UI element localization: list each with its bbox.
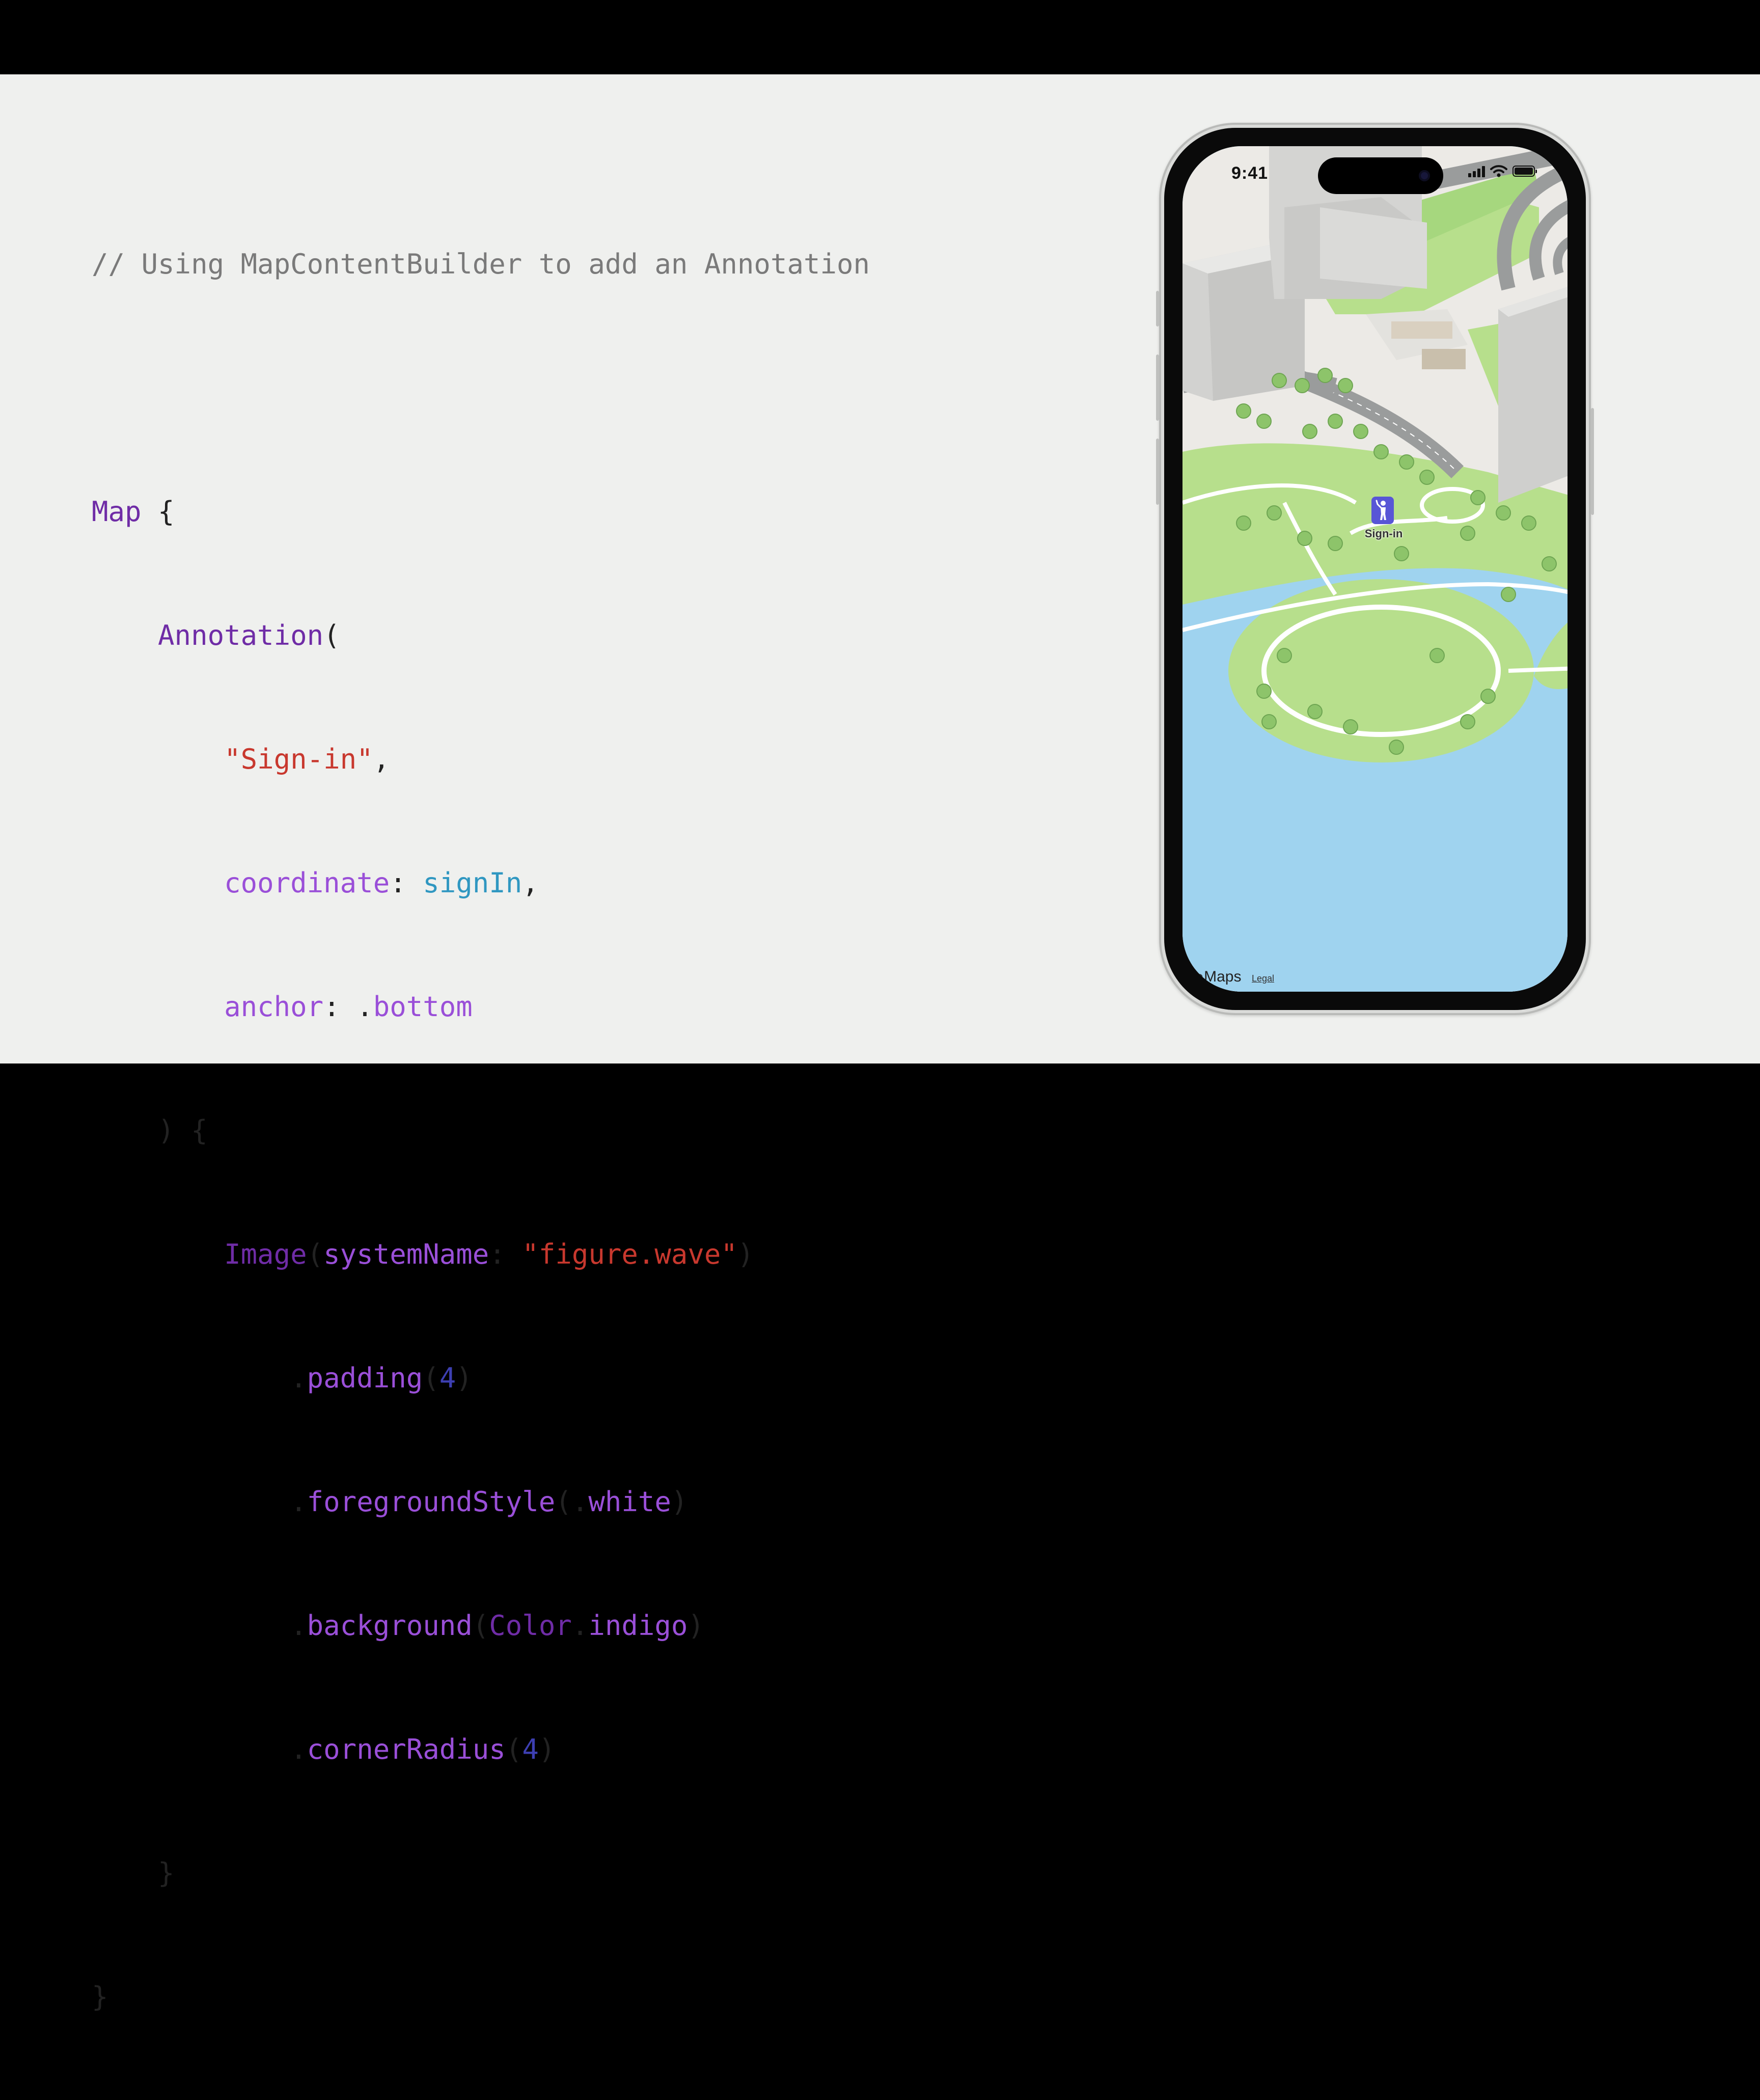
map-view[interactable] [1182,146,1568,992]
figure-wave-icon [1376,500,1386,520]
code-line-map: Map { [92,496,175,528]
code-line-padding: .padding(4) [290,1362,473,1394]
wifi-icon [1490,165,1507,177]
code-line-close-outer: } [92,1981,108,2013]
slide: // Using MapContentBuilder to add an Ann… [0,74,1760,2013]
dynamic-island [1318,157,1443,194]
legal-link[interactable]: Legal [1252,973,1274,984]
side-button [1591,408,1594,515]
code-line-coordinate: coordinate: signIn, [224,867,539,899]
phone-screen: 9:41 1 [1182,146,1568,992]
annotation-label: Sign-in [1364,527,1403,540]
cellular-signal-icon [1468,165,1485,177]
status-icons [1468,165,1537,178]
code-line-anchor: anchor: .bottom [224,991,473,1023]
code-line-close-inner: } [158,1857,175,1889]
code-line-foreground: .foregroundStyle(.white) [290,1486,688,1518]
annotation-marker[interactable] [1371,497,1394,524]
iphone-mockup: 9:41 1 [1156,123,1594,1015]
code-line-close-args: ) { [158,1114,208,1147]
action-button [1156,291,1159,326]
code-listing: // Using MapContentBuilder to add an Ann… [92,161,870,2100]
code-line-background: .background(Color.indigo) [290,1610,704,1642]
camera-icon [1419,170,1430,181]
maps-attribution: ●Maps [1195,968,1242,985]
apple-logo-icon: ● [1195,968,1204,985]
code-line-image: Image(systemName: "figure.wave") [224,1238,754,1270]
code-line-comment: // Using MapContentBuilder to add an Ann… [92,248,870,280]
phone-bezel: 9:41 1 [1164,128,1586,1010]
status-time: 9:41 [1231,163,1269,183]
code-line-title: "Sign-in", [224,743,390,775]
code-line-annotation: Annotation( [158,619,340,651]
volume-down-button [1156,439,1159,505]
volume-up-button [1156,354,1159,421]
battery-icon [1513,166,1537,177]
code-line-corner-radius: .cornerRadius(4) [290,1733,556,1765]
